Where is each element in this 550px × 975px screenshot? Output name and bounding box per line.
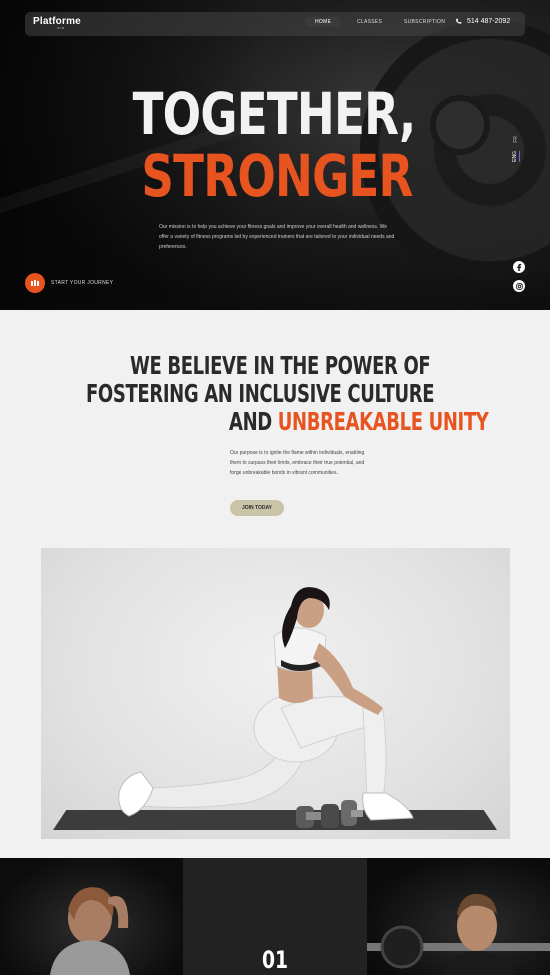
hero-mission-text: Our mission is to help you achieve your … — [159, 224, 395, 250]
lang-eng[interactable]: ENG — [512, 150, 520, 162]
phone-number: 514 487-2092 — [467, 18, 511, 25]
brand-logo[interactable]: Platforme GYM — [33, 16, 81, 30]
step-panel: 01 — [183, 858, 367, 975]
start-journey-button[interactable]: START YOUR JOURNEY — [25, 273, 113, 293]
instagram-icon[interactable] — [513, 280, 525, 292]
purpose-text: Our purpose is to ignite the flame withi… — [230, 450, 365, 476]
belief-headline-accent: UNBREAKABLE UNITY — [277, 407, 489, 436]
dumbbells-image — [296, 800, 363, 828]
belief-section: WE BELIEVE IN THE POWER OF FOSTERING AN … — [0, 310, 550, 858]
facebook-icon[interactable] — [513, 261, 525, 273]
athlete-figure — [118, 587, 414, 828]
trainer-photo-left — [0, 858, 183, 975]
phone-link[interactable]: 514 487-2092 — [455, 18, 510, 25]
hero-section: Platforme GYM HOME CLASSES SUBSCRIPTION … — [0, 0, 550, 310]
logo-mark-icon — [31, 280, 39, 286]
nav-subscription-link[interactable]: SUBSCRIPTION — [404, 19, 445, 25]
belief-headline-line2: FOSTERING AN INCLUSIVE CULTURE — [86, 379, 435, 408]
step-number: 01 — [261, 946, 289, 974]
top-navbar: Platforme GYM HOME CLASSES SUBSCRIPTION … — [25, 12, 525, 36]
start-journey-icon — [25, 273, 45, 293]
lang-fr[interactable]: FR — [513, 136, 519, 143]
join-today-button[interactable]: JOIN TODAY — [230, 500, 284, 516]
nav-classes-link[interactable]: CLASSES — [357, 19, 382, 25]
athlete-photo — [41, 548, 510, 839]
belief-headline-line3: AND UNBREAKABLE UNITY — [229, 407, 489, 436]
trainers-strip: 01 — [0, 858, 550, 975]
start-journey-label: START YOUR JOURNEY — [51, 280, 114, 286]
trainer-photo-right — [367, 858, 550, 975]
language-switcher: FR ENG — [512, 136, 520, 162]
hero-title-line2: STRONGER — [141, 142, 413, 210]
hero-title-line1: TOGETHER, — [132, 80, 417, 148]
nav-home-link[interactable]: HOME — [305, 17, 342, 27]
phone-icon — [456, 18, 462, 24]
belief-headline-prefix: AND — [229, 407, 278, 436]
belief-headline-line1: WE BELIEVE IN THE POWER OF — [130, 351, 431, 380]
